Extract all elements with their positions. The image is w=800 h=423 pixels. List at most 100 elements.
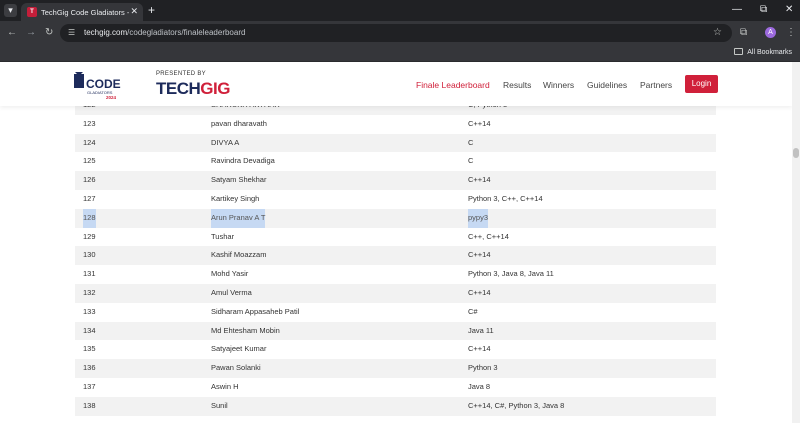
page-scrollbar[interactable]: [792, 62, 800, 423]
reload-icon[interactable]: ↻: [45, 26, 53, 39]
site-info-icon[interactable]: ☰: [68, 28, 78, 38]
logo-code-text: CODE: [86, 77, 121, 91]
logo-year-text: 2024: [106, 95, 117, 100]
bookmark-star-icon[interactable]: ☆: [713, 27, 722, 39]
languages-cell: C++14: [468, 287, 491, 297]
techgig-favicon-icon: T: [27, 7, 37, 17]
presented-by-label: PRESENTED BY: [156, 71, 206, 77]
new-tab-icon[interactable]: +: [148, 3, 155, 17]
languages-cell: C#: [468, 306, 478, 316]
languages-cell: C++14, C#, Python 3, Java 8: [468, 400, 565, 410]
techgig-logo-gig: GIG: [200, 79, 230, 98]
address-bar[interactable]: ☰ techgig.com/codegladiators/finaleleade…: [60, 24, 732, 42]
table-row: 131 Mohd Yasir Python 3, Java 8, Java 11: [75, 265, 716, 284]
table-row: 137 Aswin H Java 8: [75, 378, 716, 397]
profile-avatar[interactable]: A: [765, 27, 776, 38]
leaderboard-table: 122SHARUKH AKTHARC, Python 3123pavan dha…: [75, 96, 716, 416]
name-cell: Sidharam Appasaheb Patil: [211, 306, 300, 316]
forward-icon[interactable]: →: [26, 26, 36, 39]
languages-cell: C++14: [468, 250, 491, 260]
back-icon[interactable]: ←: [7, 26, 17, 39]
tab-title: TechGig Code Gladiators - Indi: [41, 8, 129, 17]
rank-cell: 133: [83, 306, 96, 316]
rank-cell: 134: [83, 325, 96, 335]
nav-guidelines[interactable]: Guidelines: [587, 80, 627, 90]
languages-cell: C++14: [468, 175, 491, 185]
name-cell: Tushar: [211, 231, 235, 241]
url-text[interactable]: techgig.com/codegladiators/finaleleaderb…: [84, 28, 245, 38]
rank-cell: 131: [83, 269, 96, 279]
languages-cell: C++14: [468, 118, 491, 128]
table-row: 126 Satyam Shekhar C++14: [75, 171, 716, 190]
site-header: CODE GLADIATORS 2024 PRESENTED BY TECHGI…: [0, 62, 792, 106]
languages-cell: Python 3, C++, C++14: [468, 193, 543, 203]
languages-cell: Java 8: [468, 381, 491, 391]
name-cell: Mohd Yasir: [211, 269, 249, 279]
techgig-logo[interactable]: TECHGIG: [156, 79, 230, 99]
languages-cell: pypy3: [468, 208, 489, 228]
rank-cell: 137: [83, 381, 96, 391]
languages-cell: Java 11: [468, 325, 494, 335]
rank-cell: 136: [83, 363, 96, 373]
url-domain: techgig.com: [84, 28, 128, 37]
table-row: 128 Arun Pranav A T pypy3: [75, 208, 716, 228]
name-cell: Satyam Shekhar: [211, 175, 267, 185]
tab-search-icon[interactable]: ▾: [4, 4, 17, 17]
rank-cell: 127: [83, 193, 96, 203]
table-row: 132 Amul Verma C++14: [75, 283, 716, 303]
bookmarks-bar: All Bookmarks: [0, 44, 800, 62]
languages-cell: C++14: [468, 344, 491, 354]
table-row: 133 Sidharam Appasaheb Patil C#: [75, 303, 716, 322]
close-tab-icon[interactable]: ✕: [130, 6, 138, 17]
rank-cell: 135: [83, 344, 96, 354]
nav-partners[interactable]: Partners: [640, 80, 672, 90]
nav-results[interactable]: Results: [503, 80, 531, 90]
minimize-icon[interactable]: —: [732, 3, 742, 17]
url-path: /codegladiators/finaleleaderboard: [127, 28, 246, 37]
code-gladiators-logo[interactable]: CODE GLADIATORS 2024: [72, 70, 136, 100]
nav-winners[interactable]: Winners: [543, 80, 574, 90]
table-row: 136 Pawan Solanki Python 3: [75, 359, 716, 378]
restore-icon[interactable]: ⧉: [760, 3, 767, 17]
table-row: 138 Sunil C++14, C#, Python 3, Java 8: [75, 396, 716, 416]
name-cell: Satyajeet Kumar: [211, 344, 267, 354]
rank-cell: 128: [83, 208, 96, 228]
rank-cell: 130: [83, 250, 96, 260]
name-cell: Md Ehtesham Mobin: [211, 325, 280, 335]
name-cell: DIVYA A: [211, 137, 240, 147]
languages-cell: C++, C++14: [468, 231, 509, 241]
login-button[interactable]: Login: [685, 75, 718, 93]
more-menu-icon[interactable]: ⋮: [786, 26, 796, 39]
nav-finale-leaderboard[interactable]: Finale Leaderboard: [416, 80, 490, 90]
window-close-icon[interactable]: ✕: [785, 3, 793, 17]
rank-cell: 123: [83, 118, 96, 128]
browser-toolbar: ← → ↻ ☰ techgig.com/codegladiators/final…: [0, 21, 800, 44]
scrollbar-thumb[interactable]: [793, 148, 799, 158]
techgig-logo-tech: TECH: [156, 79, 201, 98]
table-row: 127 Kartikey Singh Python 3, C++, C++14: [75, 190, 716, 209]
table-row: 130 Kashif Moazzam C++14: [75, 246, 716, 266]
browser-tab[interactable]: T TechGig Code Gladiators - Indi ✕: [21, 3, 143, 21]
name-cell: Sunil: [211, 400, 228, 410]
table-row: 135 Satyajeet Kumar C++14: [75, 340, 716, 359]
table-row: 125 Ravindra Devadiga C: [75, 152, 716, 171]
extensions-icon[interactable]: ⧉: [740, 26, 747, 39]
name-cell: pavan dharavath: [211, 118, 267, 128]
name-cell: Ravindra Devadiga: [211, 156, 275, 166]
name-cell: Aswin H: [211, 381, 239, 391]
rank-cell: 124: [83, 137, 96, 147]
languages-cell: Python 3: [468, 363, 498, 373]
all-bookmarks-label: All Bookmarks: [747, 49, 792, 56]
table-row: 129 Tushar C++, C++14: [75, 228, 716, 247]
rank-cell: 125: [83, 156, 96, 166]
languages-cell: C: [468, 137, 474, 147]
languages-cell: C: [468, 156, 474, 166]
rank-cell: 132: [83, 287, 96, 297]
rank-cell: 138: [83, 400, 96, 410]
browser-tabstrip: ▾ T TechGig Code Gladiators - Indi ✕ + —…: [0, 0, 800, 21]
name-cell: Pawan Solanki: [211, 363, 261, 373]
table-row: 123 pavan dharavath C++14: [75, 115, 716, 134]
page-viewport: 122SHARUKH AKTHARC, Python 3123pavan dha…: [0, 62, 792, 423]
table-row: 134 Md Ehtesham Mobin Java 11: [75, 321, 716, 341]
all-bookmarks-button[interactable]: All Bookmarks: [734, 48, 792, 58]
